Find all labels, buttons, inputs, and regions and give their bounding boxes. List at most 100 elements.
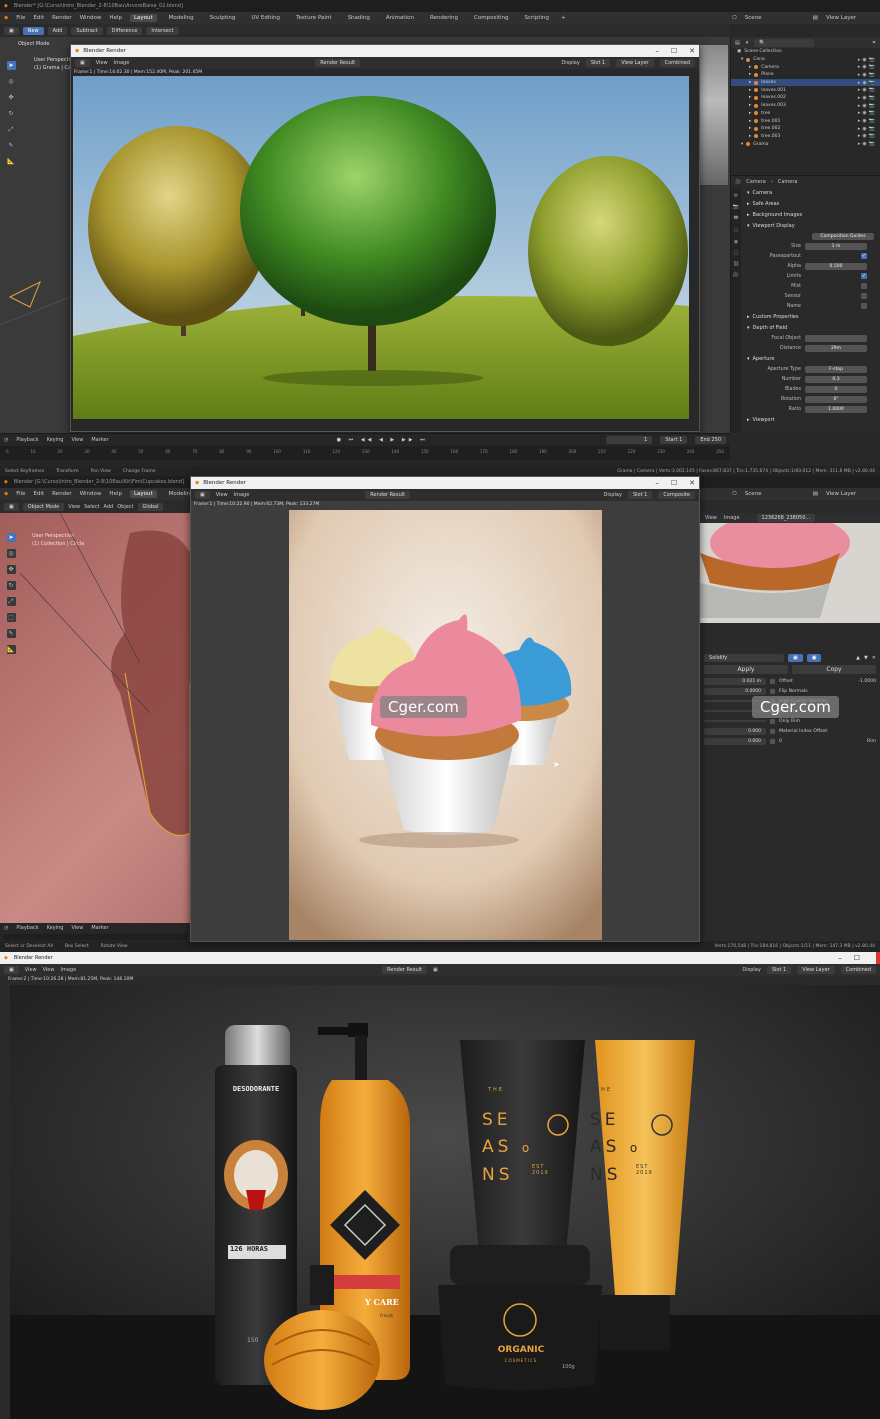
view-layer-name[interactable]: View Layer: [826, 15, 876, 21]
minimize-icon[interactable]: –: [655, 479, 659, 487]
pass-dropdown[interactable]: Combined: [659, 59, 695, 67]
timeline-ruler[interactable]: [3, 934, 187, 940]
outliner-item[interactable]: ▾ Cena ▸◉📷: [731, 56, 880, 64]
expand-icon[interactable]: ▸: [749, 126, 751, 131]
cosmetics-render-image[interactable]: [10, 985, 880, 1419]
section-aperture[interactable]: ▾ Aperture: [743, 353, 880, 364]
menu-render[interactable]: Render: [52, 491, 72, 497]
image-name-field[interactable]: Render Result: [365, 491, 411, 499]
outliner-item[interactable]: ▸ tree.001 ▸◉📷: [731, 117, 880, 125]
menu-view[interactable]: View: [96, 60, 108, 66]
view-layer-name[interactable]: View Layer: [826, 491, 876, 497]
modifier-left-field[interactable]: 0.0000: [704, 687, 766, 695]
select-tool-icon[interactable]: ➤: [6, 533, 16, 542]
expand-icon[interactable]: ▾: [741, 57, 743, 62]
cupcake-reference-image[interactable]: [700, 523, 880, 623]
visibility-icons[interactable]: ▸◉📷: [858, 72, 880, 78]
menu-render[interactable]: Render: [52, 15, 72, 21]
tab-uv-editing[interactable]: UV Editing: [247, 14, 284, 22]
outliner-item[interactable]: ▸ leaves.001 ▸◉📷: [731, 86, 880, 94]
visibility-icons[interactable]: ▸◉📷: [858, 110, 880, 116]
visibility-icons[interactable]: ▸◉📷: [858, 64, 880, 70]
timeline-keying-menu[interactable]: Keying: [47, 437, 64, 443]
middle-3d-viewport[interactable]: User Perspective (1) Collection | Circle…: [0, 513, 190, 923]
visibility-icons[interactable]: ▸◉📷: [858, 103, 880, 109]
scene-name[interactable]: Scene: [745, 491, 805, 497]
editor-type-icon[interactable]: ▣: [75, 59, 90, 67]
expand-icon[interactable]: ▸: [749, 111, 751, 116]
tab-layout[interactable]: Layout: [129, 490, 157, 498]
menu-object[interactable]: Object: [117, 504, 133, 510]
outliner-item[interactable]: ▸ tree.003 ▸◉📷: [731, 133, 880, 141]
menu-view[interactable]: View: [25, 967, 37, 973]
image-name-field[interactable]: Render Result: [315, 59, 361, 67]
menu-view[interactable]: View: [68, 504, 80, 510]
menu-edit[interactable]: Edit: [33, 491, 44, 497]
menu-window[interactable]: Window: [80, 491, 102, 497]
output-tab-icon[interactable]: 🖶: [734, 215, 739, 223]
menu-help[interactable]: Help: [109, 15, 122, 21]
property-value-field[interactable]: F-stop: [805, 365, 867, 373]
visibility-icons[interactable]: ▸◉📷: [858, 87, 880, 93]
visibility-icons[interactable]: ▸◉📷: [858, 133, 880, 139]
modifier-camera-icon[interactable]: ▣: [788, 654, 803, 662]
property-value-field[interactable]: 0.3: [805, 375, 867, 383]
display-dropdown[interactable]: Display: [742, 967, 760, 973]
scene-tab-icon[interactable]: ⎔: [734, 228, 738, 234]
outliner-item[interactable]: ▸ leaves.003 ▸◉📷: [731, 102, 880, 110]
section-viewport-display[interactable]: ▾ Viewport Display: [743, 220, 880, 231]
property-value-field[interactable]: 1 m: [805, 242, 867, 250]
slot-dropdown[interactable]: Slot 1: [627, 491, 653, 499]
modifier-checkbox[interactable]: [770, 688, 775, 694]
transform-orientation-dropdown[interactable]: Global: [137, 502, 164, 511]
tab-sculpting[interactable]: Sculpting: [206, 14, 240, 22]
mode-intersect-button[interactable]: Intersect: [146, 26, 179, 35]
property-checkbox[interactable]: [861, 303, 867, 309]
scale-tool-icon[interactable]: ⤢: [6, 597, 16, 606]
expand-icon[interactable]: ▸: [749, 95, 751, 100]
timeline-type-icon[interactable]: ◷: [4, 437, 8, 443]
menu-view[interactable]: View: [216, 492, 228, 498]
timeline-playback-menu[interactable]: Playback: [16, 437, 38, 443]
cursor-tool-icon[interactable]: ◎: [6, 549, 16, 558]
outliner-filter-icon[interactable]: ▾: [746, 40, 749, 46]
property-checkbox[interactable]: ✓: [861, 253, 867, 259]
visibility-icons[interactable]: ▸◉📷: [858, 118, 880, 124]
tab-animation[interactable]: Animation: [382, 14, 418, 22]
menu-add[interactable]: Add: [104, 504, 114, 510]
tab-texture-paint[interactable]: Texture Paint: [292, 14, 336, 22]
copy-button[interactable]: Copy: [792, 665, 876, 674]
property-value-field[interactable]: 29m: [805, 344, 867, 352]
menu-select[interactable]: Select: [84, 504, 99, 510]
timeline-type-icon[interactable]: ◷: [4, 925, 8, 931]
move-tool-icon[interactable]: ✥: [6, 565, 16, 574]
timeline-view-menu[interactable]: View: [71, 437, 83, 443]
timeline-marker-menu[interactable]: Marker: [91, 925, 108, 931]
menu-file[interactable]: File: [16, 15, 25, 21]
expand-icon[interactable]: ▸: [749, 65, 751, 70]
constraints-tab-icon[interactable]: ⛓: [733, 261, 739, 267]
tab-rendering[interactable]: Rendering: [426, 14, 462, 22]
breadcrumb-data[interactable]: Camera: [778, 179, 798, 185]
modifier-left-field[interactable]: 0.000: [704, 737, 766, 745]
rotate-tool-icon[interactable]: ↻: [6, 581, 16, 590]
composition-guides-dropdown[interactable]: Composition Guides: [812, 232, 874, 240]
visibility-icons[interactable]: ▸◉📷: [858, 126, 880, 132]
render-tab-icon[interactable]: 📷: [733, 204, 739, 210]
minimize-icon[interactable]: –: [655, 47, 659, 55]
tab-compositing[interactable]: Compositing: [470, 14, 512, 22]
property-value-field[interactable]: [805, 334, 867, 342]
menu-image[interactable]: Image: [60, 967, 76, 973]
expand-icon[interactable]: ▸: [749, 80, 751, 85]
mode-add-button[interactable]: Add: [47, 26, 68, 35]
modifier-checkbox[interactable]: [770, 678, 775, 684]
close-icon[interactable]: ✕: [689, 479, 695, 487]
visibility-icons[interactable]: ▸◉📷: [858, 80, 880, 86]
add-workspace-icon[interactable]: +: [561, 15, 566, 21]
pass-dropdown[interactable]: Composite: [658, 491, 695, 499]
menu-view-2[interactable]: View: [43, 967, 55, 973]
outliner-item[interactable]: ▸ tree ▸◉📷: [731, 110, 880, 118]
property-value-field[interactable]: 0: [805, 385, 867, 393]
outliner-item[interactable]: ▸ Camera ▸◉📷: [731, 63, 880, 71]
apply-button[interactable]: Apply: [704, 665, 788, 674]
